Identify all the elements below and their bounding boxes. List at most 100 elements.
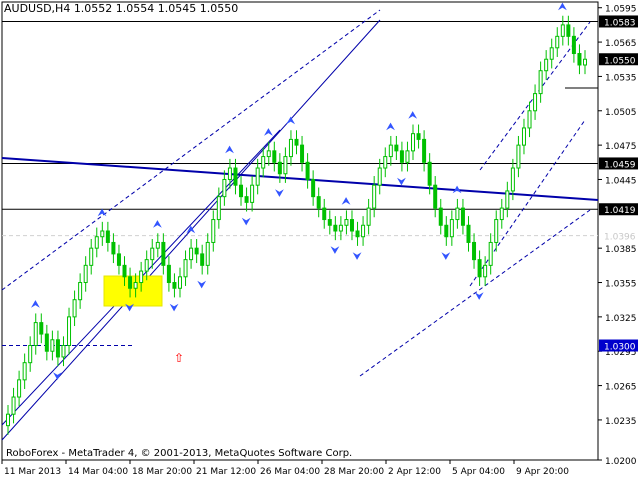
candle-body [505,190,510,209]
candle-body [222,178,227,198]
candle-body [50,339,55,352]
candle-body [205,241,210,266]
candle-body [277,161,282,175]
candle-body [283,156,288,175]
candle-body [183,259,188,278]
candle-body [577,53,582,66]
candle-body [61,345,66,358]
y-tick-label: 1.0595 [605,5,637,15]
candle-body [22,362,27,381]
x-axis: 11 Mar 2013 14 Mar 04:00 18 Mar 20:00 21 Ma… [1,460,569,477]
candle-body [549,47,554,60]
y-tick-label: 1.0355 [605,280,637,290]
candle-body [477,259,482,278]
candle-body [211,219,216,243]
candle-body [355,230,360,238]
candle-body [322,207,327,221]
candle-body [139,270,144,284]
candle-body [333,224,338,232]
candle-body [566,24,571,37]
candle-body [17,379,22,398]
candle-body [544,58,549,72]
up-arrow-icon: ⇧ [174,351,184,365]
candle-body [105,230,110,243]
x-tick-label: 5 Apr 04:00 [452,467,505,477]
fractal-up-icon: ⮝ [225,143,235,156]
y-tick-label: 1.0200 [605,457,637,467]
fractal-up-icon: ⮝ [97,206,107,219]
candle-body [521,127,526,146]
candle-body [483,264,488,278]
candle-body [488,241,493,266]
fractal-up-icon: ⮝ [341,194,351,207]
candle-body [344,219,349,226]
price-label: 1.0419 [604,206,636,216]
chart-title: AUDUSD,H4 1.0552 1.0554 1.0545 1.0550 [4,2,239,15]
x-tick-label: 2 Apr 12:00 [388,467,441,477]
x-tick-label: 18 Mar 20:00 [132,467,192,477]
candle-body [233,167,238,186]
fractal-up-icon: ⮝ [31,297,41,310]
candle-body [294,138,299,146]
candle-body [494,219,499,243]
y-tick-label: 1.0235 [605,417,637,427]
candle-body [11,396,16,415]
candle-body [416,133,421,140]
candle-body [327,219,332,226]
candle-body [516,144,521,169]
y-tick-label: 1.0325 [605,314,637,324]
price-label: 1.0550 [604,56,636,66]
fractal-down-icon: ⮟ [353,250,362,263]
fractal-down-icon: ⮟ [397,175,406,188]
fractal-down-icon: ⮟ [441,250,450,263]
x-tick-label: 26 Mar 04:00 [260,467,320,477]
candle-body [438,207,443,226]
candle-body [383,156,388,169]
candle-body [33,322,38,347]
candle-body [377,167,382,186]
fractal-up-icon: ⮝ [153,217,163,230]
candle-body [250,184,255,203]
candle-body [78,282,83,301]
candle-body [300,144,305,163]
fractal-up-icon: ⮝ [264,126,274,139]
y-tick-label: 1.0445 [605,176,637,186]
candle-body [39,322,44,335]
candle-body [128,276,133,289]
candle-body [533,93,538,112]
x-tick-label: 28 Mar 20:00 [324,467,384,477]
candle-body [316,196,321,209]
fractal-down-icon: ⮟ [169,301,178,314]
x-tick-label: 9 Apr 20:00 [516,467,569,477]
candle-body [150,247,155,261]
candle-body [67,316,72,346]
fractal-up-icon: ⮝ [286,114,296,127]
candle-body [399,150,404,163]
x-tick-label: 21 Mar 12:00 [196,467,256,477]
candle-body [444,224,449,238]
price-label: 1.0459 [604,160,636,170]
candle-body [422,138,427,163]
candle-body [227,167,232,180]
candle-body [6,413,10,427]
candle-body [538,70,543,95]
candle-body [472,241,477,261]
candle-body [133,282,138,289]
candle-body [44,333,49,352]
fractal-down-icon: ⮟ [242,216,251,229]
candle-body [89,247,94,266]
fractal-up-icon: ⮝ [386,120,396,133]
fractal-down-icon: ⮟ [125,301,134,314]
candle-body [583,58,587,66]
fractal-down-icon: ⮟ [330,244,339,257]
plot-frame [1,1,599,461]
candle-body [189,247,194,261]
candle-body [272,150,277,163]
candle-body [255,167,260,186]
candle-body [288,138,293,158]
candle-body [266,150,271,158]
candle-body [455,207,460,221]
candle-body [83,264,88,284]
y-axis: 1.0595 1.0565 1.0535 1.0505 1.0475 1.0445 1.03… [598,5,638,467]
candle-body [122,264,127,278]
